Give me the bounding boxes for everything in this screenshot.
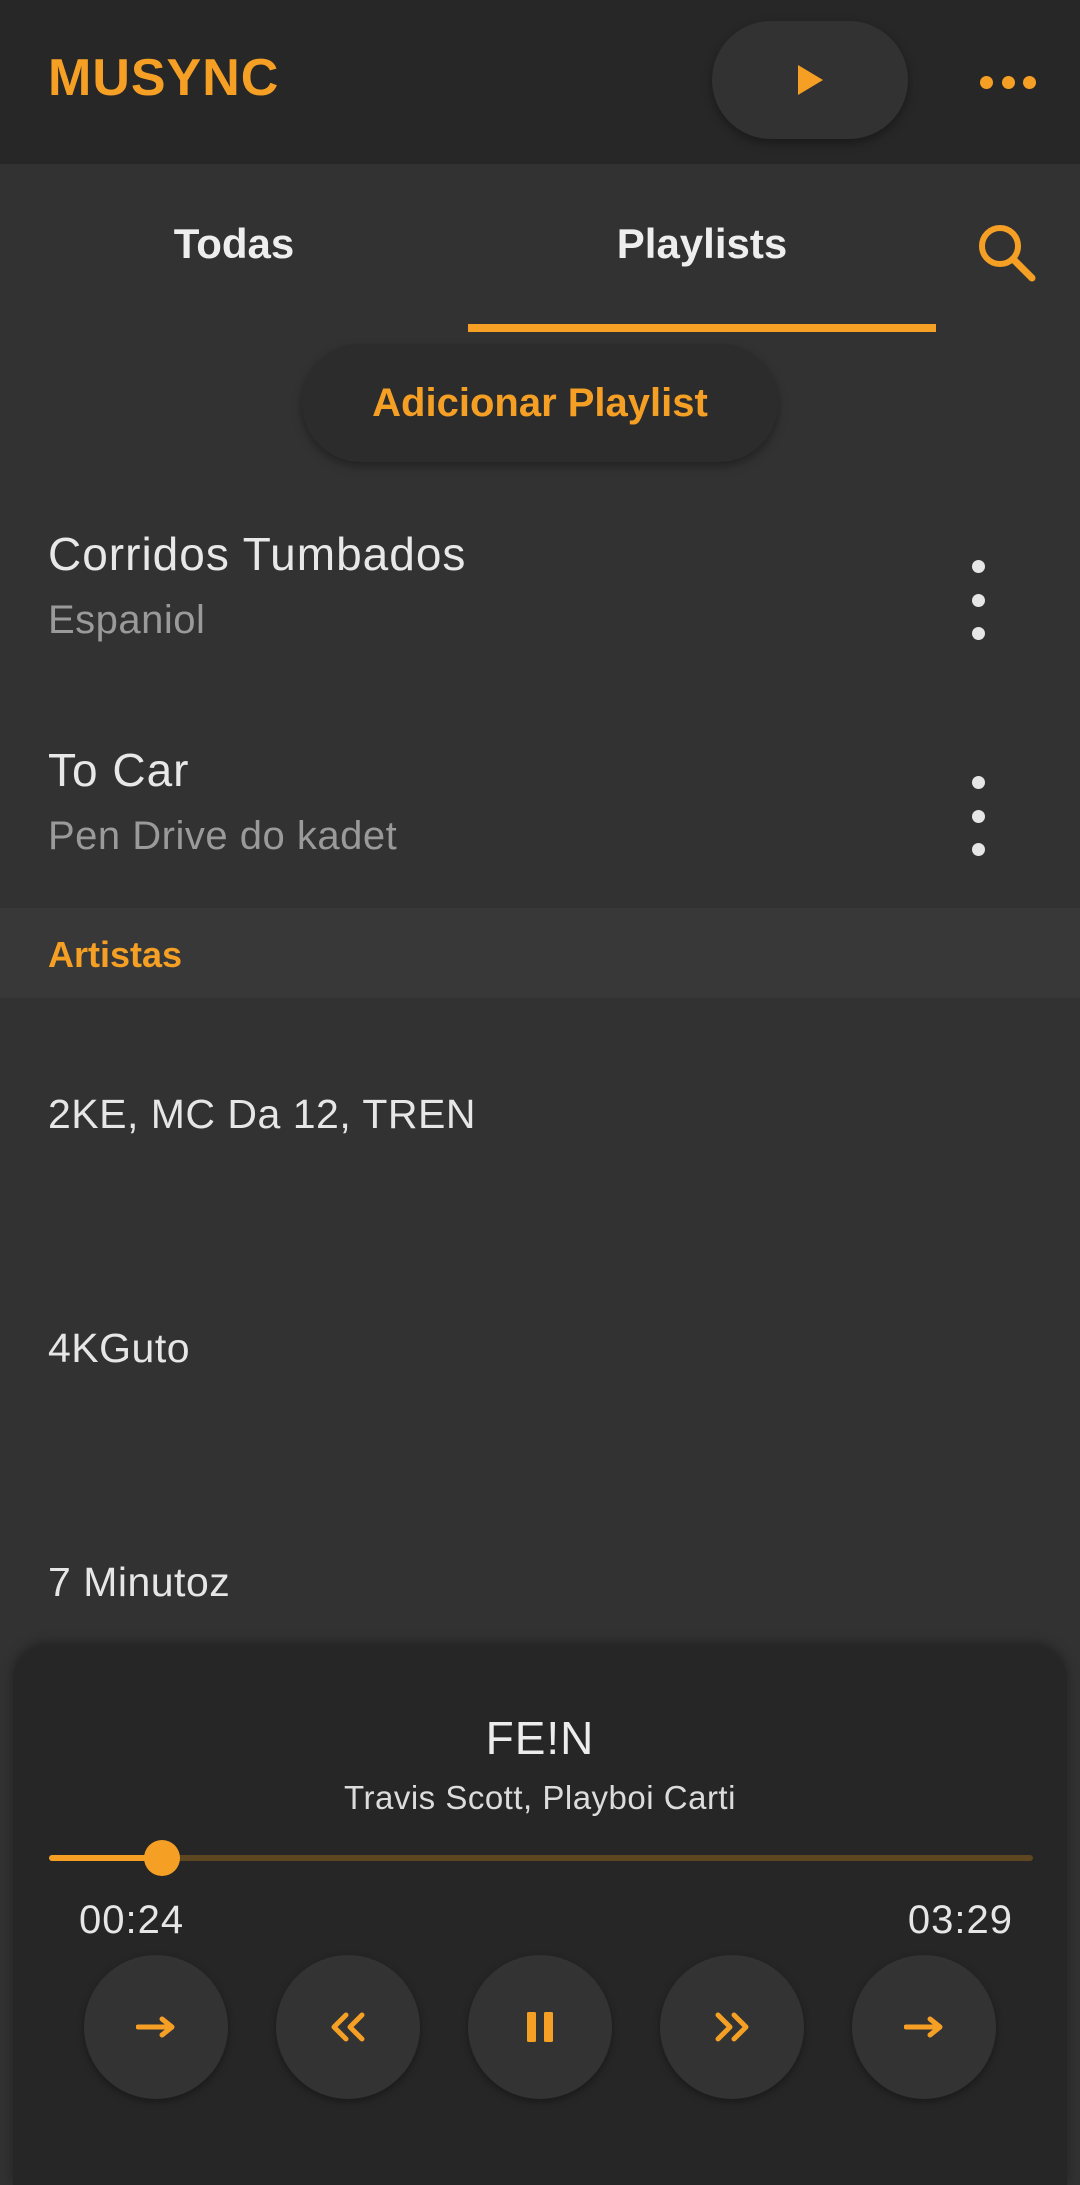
playlist-title: To Car — [48, 744, 190, 796]
playlist-subtitle: Espaniol — [48, 598, 206, 642]
song-artist: Travis Scott, Playboi Carti — [344, 1779, 736, 1816]
search-icon — [979, 225, 1036, 282]
play-icon — [798, 65, 823, 95]
artist-item[interactable]: 2KE, MC Da 12, TREN — [48, 1091, 476, 1138]
song-title: FE!N — [485, 1712, 595, 1764]
more-options-button[interactable] — [980, 70, 1036, 94]
pause-button[interactable] — [468, 1955, 612, 2099]
now-playing-panel: FE!N Travis Scott, Playboi Carti 00:24 0… — [13, 1645, 1067, 2185]
more-vertical-icon — [971, 776, 985, 789]
add-playlist-button[interactable]: Adicionar Playlist — [302, 344, 778, 462]
tab-playlists[interactable]: Playlists — [468, 220, 936, 268]
top-app-bar: MUSYNC — [0, 0, 1080, 164]
elapsed-time: 00:24 — [79, 1898, 185, 1942]
playlist-item[interactable]: To Car Pen Drive do kadet — [0, 694, 1080, 904]
more-horizontal-icon — [980, 75, 993, 89]
shuffle-button[interactable] — [84, 1955, 228, 2099]
tab-bar: Todas Playlists — [0, 164, 1080, 334]
artist-item[interactable]: 7 Minutoz — [48, 1559, 230, 1606]
arrow-right-icon — [904, 2016, 943, 2038]
play-all-button[interactable] — [712, 21, 908, 139]
rewind-button[interactable] — [276, 1955, 420, 2099]
search-button[interactable] — [972, 218, 1042, 288]
tab-indicator — [468, 324, 936, 332]
rewind-icon — [331, 2012, 365, 2042]
progress-thumb[interactable] — [144, 1840, 181, 1876]
playlist-options-button[interactable] — [958, 776, 998, 856]
total-time: 03:29 — [907, 1898, 1013, 1942]
tab-todas[interactable]: Todas — [0, 220, 468, 268]
fast-forward-button[interactable] — [660, 1955, 804, 2099]
playlist-title: Corridos Tumbados — [48, 528, 467, 580]
arrow-right-icon — [136, 2016, 175, 2038]
pause-icon — [527, 2012, 553, 2042]
section-title: Artistas — [48, 934, 183, 975]
repeat-button[interactable] — [852, 1955, 996, 2099]
playlist-item[interactable]: Corridos Tumbados Espaniol — [0, 478, 1080, 688]
fast-forward-icon — [715, 2012, 749, 2042]
section-header-artistas: Artistas — [0, 908, 1080, 998]
playlist-subtitle: Pen Drive do kadet — [48, 814, 398, 858]
app-title: MUSYNC — [48, 49, 280, 107]
artist-item[interactable]: 4KGuto — [48, 1325, 190, 1372]
progress-slider[interactable] — [49, 1840, 1033, 1876]
more-vertical-icon — [971, 560, 985, 573]
playlist-options-button[interactable] — [958, 560, 998, 640]
